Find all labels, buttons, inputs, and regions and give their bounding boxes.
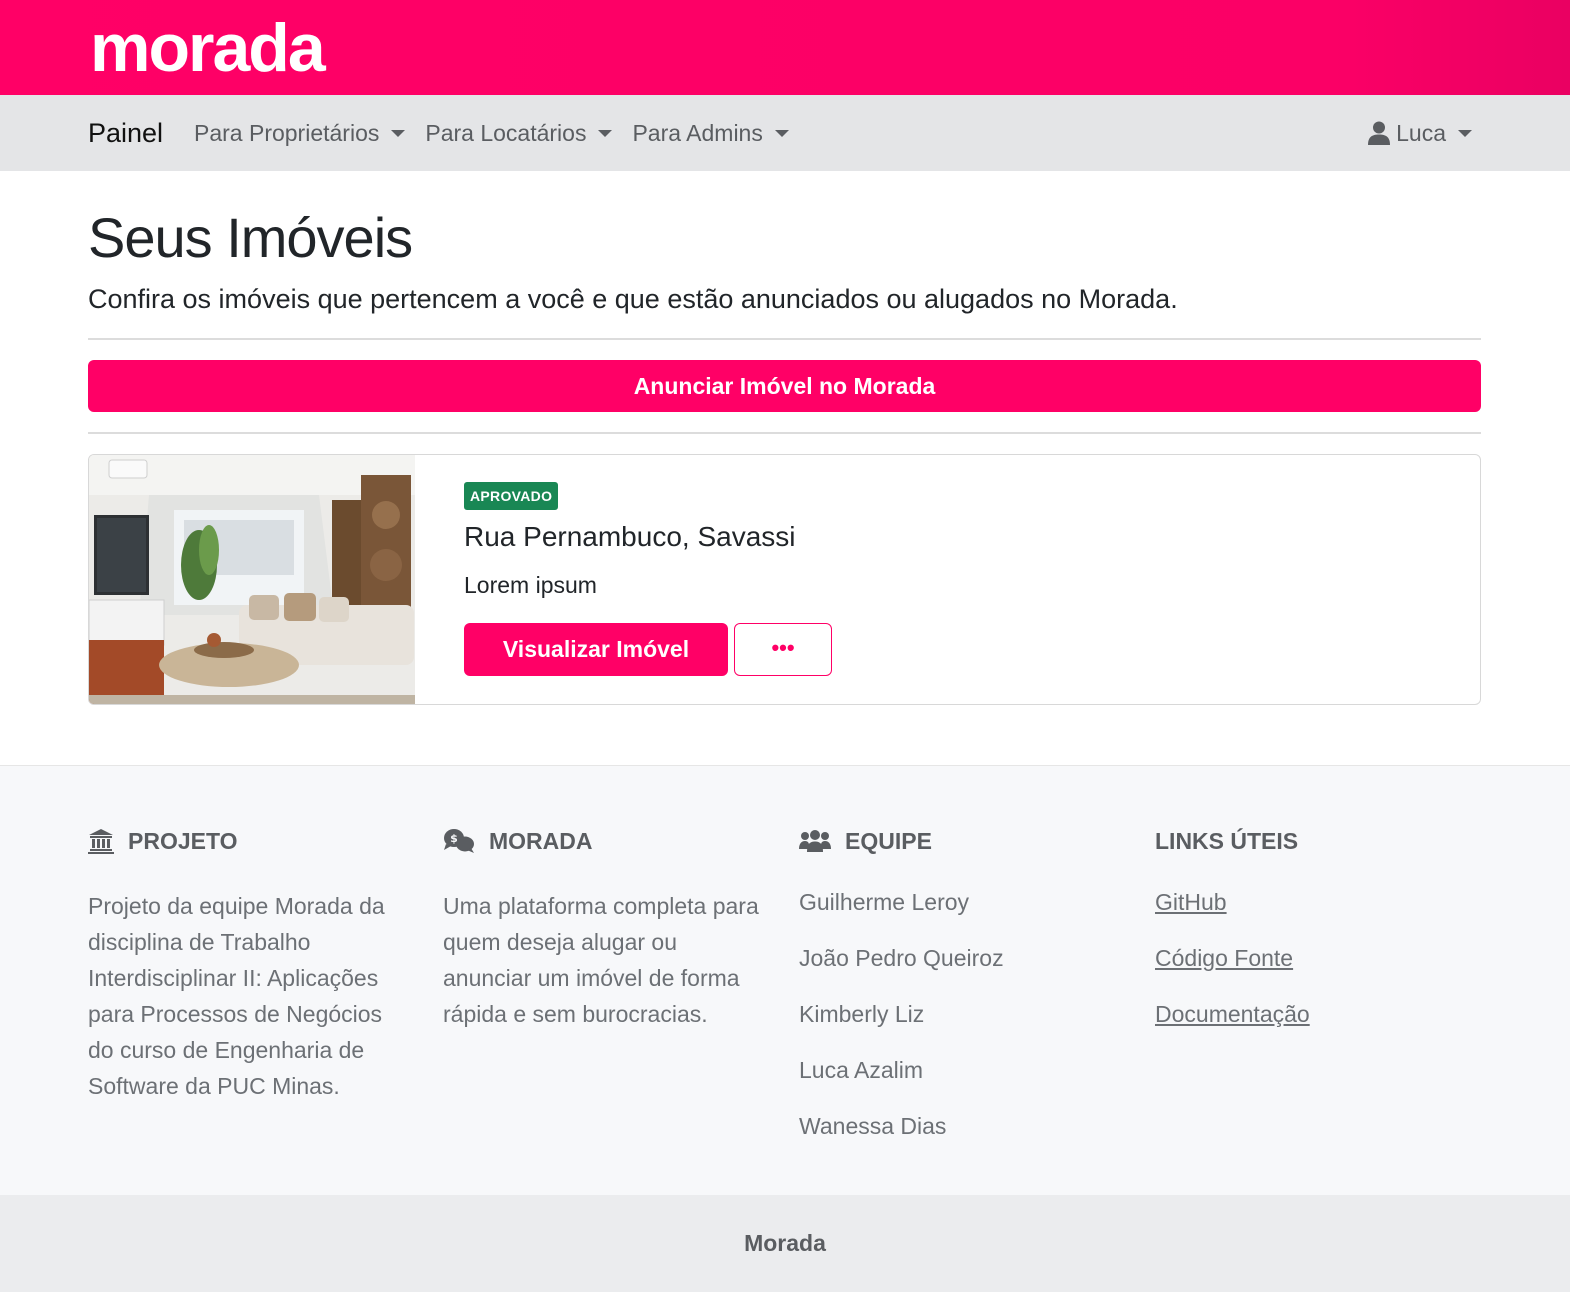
links-list: GitHub Código Fonte Documentação xyxy=(1155,888,1475,1056)
view-property-button[interactable]: Visualizar Imóvel xyxy=(464,623,728,676)
link-codigo-fonte[interactable]: Código Fonte xyxy=(1155,944,1475,1000)
nav-dropdown-admins[interactable]: Para Admins xyxy=(632,119,789,147)
footer-heading: EQUIPE xyxy=(799,826,1119,856)
bottom-bar: Morada xyxy=(0,1195,1570,1292)
landmark-icon xyxy=(88,829,114,854)
nav-label: Para Admins xyxy=(632,119,763,146)
footer-col-links: LINKS ÚTEIS GitHub Código Fonte Document… xyxy=(1155,826,1475,1056)
divider xyxy=(88,338,1481,340)
announce-property-button[interactable]: Anunciar Imóvel no Morada xyxy=(88,360,1481,412)
footer-projeto-text: Projeto da equipe Morada da disciplina d… xyxy=(88,893,385,1099)
link-github[interactable]: GitHub xyxy=(1155,888,1475,944)
footer: PROJETO Projeto da equipe Morada da disc… xyxy=(0,765,1570,1195)
footer-col-projeto: PROJETO Projeto da equipe Morada da disc… xyxy=(88,826,408,1104)
team-member: Guilherme Leroy xyxy=(799,889,970,915)
property-description: Lorem ipsum xyxy=(464,572,597,598)
status-badge: APROVADO xyxy=(464,482,559,510)
user-menu[interactable]: Luca xyxy=(1368,95,1472,171)
team-member: Kimberly Liz xyxy=(799,1001,925,1027)
footer-heading-text: MORADA xyxy=(489,827,593,854)
caret-down-icon xyxy=(1458,129,1472,137)
footer-col-morada: $ MORADA Uma plataforma completa para qu… xyxy=(443,826,763,1032)
property-photo xyxy=(89,455,415,704)
page-title: Seus Imóveis xyxy=(88,206,413,269)
footer-heading: PROJETO xyxy=(88,826,408,856)
footer-heading: $ MORADA xyxy=(443,826,763,856)
property-card: APROVADO Rua Pernambuco, Savassi Lorem i… xyxy=(88,454,1481,705)
comments-dollar-icon: $ xyxy=(444,829,474,853)
users-icon xyxy=(799,830,831,852)
team-list: Guilherme Leroy João Pedro Queiroz Kimbe… xyxy=(799,888,1119,1168)
nav-label: Para Locatários xyxy=(425,119,587,146)
footer-heading: LINKS ÚTEIS xyxy=(1155,826,1475,856)
team-member: Luca Azalim xyxy=(799,1057,924,1083)
more-options-button[interactable]: ••• xyxy=(734,623,832,676)
footer-heading-text: EQUIPE xyxy=(845,827,932,854)
user-name: Luca xyxy=(1396,119,1446,146)
nav-label: Para Proprietários xyxy=(194,119,380,146)
nav-dropdown-locatarios[interactable]: Para Locatários xyxy=(425,119,613,147)
nav-menu: Para Proprietários Para Locatários Para … xyxy=(194,95,809,171)
footer-heading-text: LINKS ÚTEIS xyxy=(1155,827,1299,854)
navbar: Painel Para Proprietários Para Locatário… xyxy=(0,95,1570,171)
team-member: João Pedro Queiroz xyxy=(799,945,1004,971)
team-member: Wanessa Dias xyxy=(799,1113,947,1139)
logo[interactable]: morada xyxy=(90,8,326,88)
caret-down-icon xyxy=(598,129,613,137)
nav-brand-painel[interactable]: Painel xyxy=(88,95,163,171)
footer-col-equipe: EQUIPE Guilherme Leroy João Pedro Queiro… xyxy=(799,826,1119,1168)
link-documentacao[interactable]: Documentação xyxy=(1155,1000,1475,1056)
page-lead: Confira os imóveis que pertencem a você … xyxy=(88,284,1178,314)
caret-down-icon xyxy=(391,129,406,137)
divider xyxy=(88,432,1481,434)
footer-morada-text: Uma plataforma completa para quem deseja… xyxy=(443,893,759,1027)
nav-dropdown-proprietarios[interactable]: Para Proprietários xyxy=(194,119,406,147)
property-title: Rua Pernambuco, Savassi xyxy=(464,521,796,552)
svg-text:$: $ xyxy=(450,832,458,845)
user-icon xyxy=(1368,121,1391,145)
footer-heading-text: PROJETO xyxy=(128,827,238,854)
brand-header: morada xyxy=(0,0,1570,95)
caret-down-icon xyxy=(774,129,789,137)
